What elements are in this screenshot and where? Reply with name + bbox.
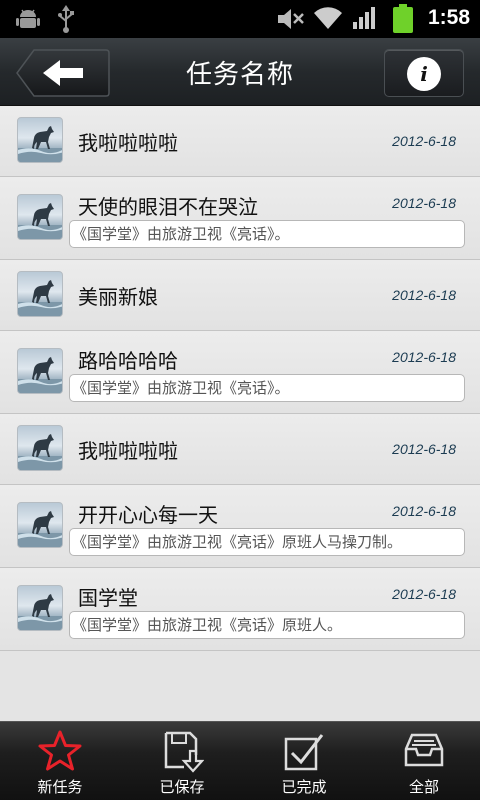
battery-icon — [393, 4, 413, 33]
info-button[interactable]: i — [384, 49, 464, 97]
task-thumbnail — [17, 271, 63, 317]
task-date: 2012-6-18 — [392, 133, 456, 149]
task-list-item[interactable]: 美丽新娘 2012-6-18 — [0, 260, 480, 331]
task-name: 路哈哈哈哈 — [78, 349, 178, 373]
task-list-item[interactable]: 开开心心每一天 2012-6-18 《国学堂》由旅游卫视《亮话》原班人马操刀制。 — [0, 485, 480, 568]
status-bar: 1:58 — [0, 0, 480, 38]
task-date: 2012-6-18 — [392, 441, 456, 457]
task-name: 美丽新娘 — [78, 285, 158, 309]
task-name: 国学堂 — [78, 586, 138, 610]
task-thumbnail — [17, 194, 63, 240]
task-thumbnail — [17, 502, 63, 548]
task-list-item[interactable]: 天使的眼泪不在哭泣 2012-6-18 《国学堂》由旅游卫视《亮话》。 — [0, 177, 480, 260]
wifi-icon — [314, 7, 342, 30]
task-thumbnail — [17, 117, 63, 163]
task-description-bubble: 《国学堂》由旅游卫视《亮话》原班人马操刀制。 — [69, 528, 465, 556]
tab-label: 全部 — [408, 778, 439, 796]
title-bar: 任务名称 i — [0, 38, 480, 106]
tab-all[interactable]: 全部 — [364, 722, 480, 800]
usb-icon — [58, 5, 74, 33]
task-list: 我啦啦啦啦 2012-6-18 天使的眼泪不在哭泣 2012-6-18 《国学堂》由旅游… — [0, 106, 480, 651]
mute-icon — [278, 9, 304, 29]
task-description-bubble: 《国学堂》由旅游卫视《亮话》。 — [69, 220, 465, 248]
android-debug-icon — [16, 9, 40, 28]
signal-icon — [353, 7, 375, 29]
task-description-bubble: 《国学堂》由旅游卫视《亮话》原班人。 — [69, 611, 465, 639]
task-name: 开开心心每一天 — [78, 503, 218, 527]
inbox-tray-icon — [404, 733, 444, 767]
task-date: 2012-6-18 — [392, 287, 456, 303]
task-name: 我啦啦啦啦 — [78, 131, 178, 155]
tab-label: 已保存 — [159, 778, 205, 796]
task-list-item[interactable]: 路哈哈哈哈 2012-6-18 《国学堂》由旅游卫视《亮话》。 — [0, 331, 480, 414]
task-list-item[interactable]: 国学堂 2012-6-18 《国学堂》由旅游卫视《亮话》原班人。 — [0, 568, 480, 651]
task-date: 2012-6-18 — [392, 586, 456, 602]
tab-saved[interactable]: 已保存 — [122, 722, 242, 800]
task-description-bubble: 《国学堂》由旅游卫视《亮话》。 — [69, 374, 465, 402]
task-thumbnail — [17, 348, 63, 394]
task-name: 天使的眼泪不在哭泣 — [78, 195, 258, 219]
save-icon — [164, 731, 204, 773]
tab-label: 新任务 — [37, 778, 83, 796]
task-list-item[interactable]: 我啦啦啦啦 2012-6-18 — [0, 106, 480, 177]
task-list-item[interactable]: 我啦啦啦啦 2012-6-18 — [0, 414, 480, 485]
task-date: 2012-6-18 — [392, 195, 456, 211]
star-icon — [38, 730, 82, 771]
tab-label: 已完成 — [281, 778, 327, 796]
task-thumbnail — [17, 425, 63, 471]
task-thumbnail — [17, 585, 63, 631]
info-icon: i — [407, 57, 441, 91]
checkbox-icon — [284, 734, 324, 771]
bottom-tab-bar: 新任务 已保存 已完成 全部 — [0, 721, 480, 800]
task-date: 2012-6-18 — [392, 349, 456, 365]
tab-completed[interactable]: 已完成 — [244, 722, 364, 800]
task-name: 我啦啦啦啦 — [78, 439, 178, 463]
status-time: 1:58 — [427, 6, 470, 29]
tab-new-task[interactable]: 新任务 — [0, 722, 120, 800]
task-date: 2012-6-18 — [392, 503, 456, 519]
